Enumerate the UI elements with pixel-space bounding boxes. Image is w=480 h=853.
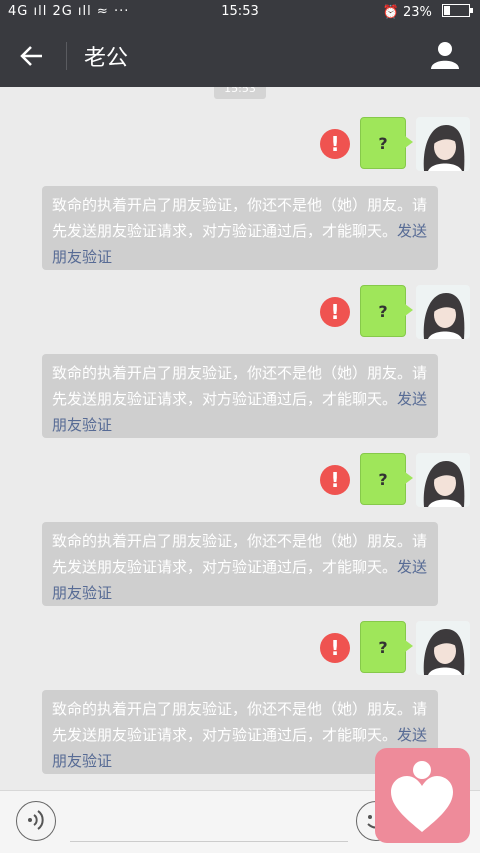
- header-divider: [66, 42, 67, 70]
- avatar[interactable]: [416, 285, 470, 339]
- friend-verification-notice: 致命的执着开启了朋友验证，你还不是他（她）朋友。请先发送朋友验证请求，对方验证通…: [42, 522, 438, 606]
- message-input[interactable]: [70, 801, 348, 842]
- back-button[interactable]: [14, 38, 50, 74]
- avatar[interactable]: [416, 453, 470, 507]
- heart-icon: [391, 761, 453, 832]
- status-right: ⏰ 23%: [382, 4, 473, 20]
- battery-percent: 23%: [402, 5, 432, 20]
- notice-text: 致命的执着开启了朋友验证，你还不是他（她）朋友。请先发送朋友验证请求，对方验证通…: [52, 532, 428, 576]
- avatar-image: [416, 117, 470, 171]
- message-bubble[interactable]: ?: [360, 285, 413, 337]
- chat-area[interactable]: 15:53 ! ? 致命的执着开启了朋友验证，你还不是他（她）朋友。请先发送朋友…: [0, 87, 480, 790]
- arrow-left-icon: [20, 46, 42, 66]
- message-row: ! ?: [0, 285, 480, 341]
- person-icon: [431, 42, 459, 69]
- friend-verification-notice: 致命的执着开启了朋友验证，你还不是他（她）朋友。请先发送朋友验证请求，对方验证通…: [42, 186, 438, 270]
- message-row: ! ?: [0, 117, 480, 173]
- floating-heart-button[interactable]: [375, 748, 470, 843]
- notice-text: 致命的执着开启了朋友验证，你还不是他（她）朋友。请先发送朋友验证请求，对方验证通…: [52, 700, 428, 744]
- contact-info-button[interactable]: [428, 38, 462, 72]
- notice-text: 致命的执着开启了朋友验证，你还不是他（她）朋友。请先发送朋友验证请求，对方验证通…: [52, 196, 428, 240]
- avatar[interactable]: [416, 117, 470, 171]
- send-failed-icon[interactable]: !: [320, 297, 350, 327]
- battery-icon: [442, 4, 473, 17]
- message-row: ! ?: [0, 621, 480, 677]
- notice-text: 致命的执着开启了朋友验证，你还不是他（她）朋友。请先发送朋友验证请求，对方验证通…: [52, 364, 428, 408]
- message-timestamp: 15:53: [214, 87, 266, 99]
- avatar-image: [416, 621, 470, 675]
- message-bubble[interactable]: ?: [360, 117, 413, 169]
- chat-title: 老公: [84, 46, 129, 71]
- chat-header: 老公: [0, 24, 480, 87]
- voice-button[interactable]: [16, 801, 56, 841]
- message-row: ! ?: [0, 453, 480, 509]
- message-bubble[interactable]: ?: [360, 453, 413, 505]
- send-failed-icon[interactable]: !: [320, 465, 350, 495]
- send-failed-icon[interactable]: !: [320, 633, 350, 663]
- friend-verification-notice: 致命的执着开启了朋友验证，你还不是他（她）朋友。请先发送朋友验证请求，对方验证通…: [42, 354, 438, 438]
- send-failed-icon[interactable]: !: [320, 129, 350, 159]
- voice-icon: [28, 810, 44, 830]
- avatar-image: [416, 453, 470, 507]
- battery-fill: [444, 6, 450, 15]
- message-bubble[interactable]: ?: [360, 621, 413, 673]
- avatar-image: [416, 285, 470, 339]
- status-bar: 4G ıll 2G ıll ≈ ··· 15:53 ⏰ 23%: [0, 0, 480, 24]
- avatar[interactable]: [416, 621, 470, 675]
- alarm-icon: ⏰: [382, 5, 399, 20]
